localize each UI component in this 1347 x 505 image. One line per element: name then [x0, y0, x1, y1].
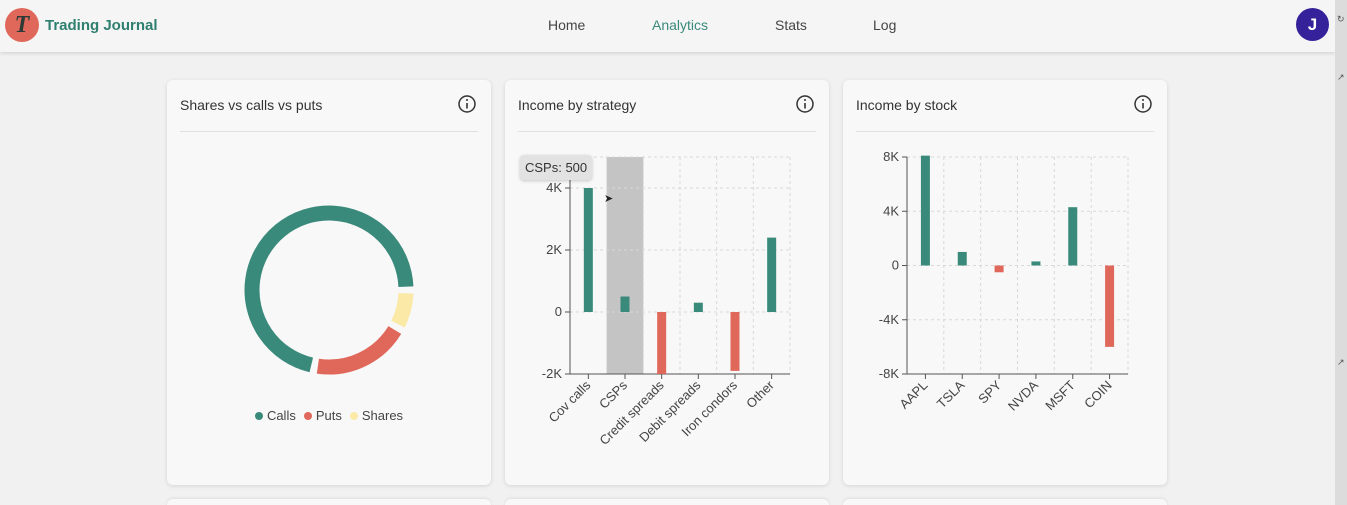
brand[interactable]: T Trading Journal	[5, 8, 158, 42]
donut-slice-puts[interactable]	[316, 325, 402, 375]
bar-aapl[interactable]	[920, 155, 930, 266]
nav-stats[interactable]: Stats	[775, 17, 807, 33]
card-income-by-strategy: Income by strategy -2K 0 2K 4K Cov calls CSPs…	[505, 80, 829, 485]
x-tick-label: Cov calls	[546, 377, 594, 425]
legend-item-calls[interactable]: Calls	[254, 408, 296, 423]
nav-analytics[interactable]: Analytics	[652, 17, 708, 33]
bar-other[interactable]	[767, 237, 777, 312]
top-navbar: T Trading Journal Home Analytics Stats L…	[0, 0, 1335, 52]
x-tick-label: NVDA	[1005, 377, 1041, 413]
x-tick-label: SPY	[975, 377, 1004, 406]
mouse-cursor-icon: ➤	[604, 193, 614, 205]
legend-label: Calls	[266, 408, 296, 423]
y-tick-label: 8K	[883, 149, 899, 164]
bar-chart-strategy: -2K02K4KCov calls CSPsCredit spreadsDebit…	[542, 156, 791, 448]
expand-icon[interactable]: ↗	[1337, 357, 1345, 368]
legend-swatch	[349, 411, 358, 420]
y-tick-label: 4K	[546, 180, 562, 195]
y-tick-label: -2K	[542, 366, 563, 381]
bar-coin[interactable]	[1105, 265, 1115, 347]
legend-item-shares[interactable]: Shares	[349, 408, 404, 423]
app-logo: T	[5, 8, 39, 42]
nav-home[interactable]: Home	[548, 17, 585, 33]
next-row-card	[167, 499, 491, 505]
next-row-card	[505, 499, 829, 505]
logo-letter: T	[14, 11, 30, 38]
y-tick-label: -4K	[879, 312, 900, 327]
x-tick-label: COIN	[1081, 378, 1115, 412]
card-shares-calls-puts: Shares vs calls vs puts Calls Puts Shares	[167, 80, 491, 485]
app-title: Trading Journal	[45, 16, 158, 34]
chart-legend: Calls Puts Shares	[167, 408, 491, 423]
y-tick-label: 0	[555, 304, 562, 319]
x-tick-label: TSLA	[934, 377, 968, 411]
next-row-card	[843, 499, 1167, 505]
x-tick-label: CSPs	[596, 377, 630, 411]
x-tick-label: AAPL	[896, 378, 930, 412]
bar-nvda[interactable]	[1031, 261, 1041, 266]
bar-tsla[interactable]	[957, 251, 967, 266]
legend-label: Shares	[361, 408, 404, 423]
bar-msft[interactable]	[1068, 207, 1078, 266]
x-tick-label: MSFT	[1042, 377, 1078, 413]
bar-credit-spreads[interactable]	[657, 312, 667, 374]
hover-highlight	[606, 157, 644, 374]
y-tick-label: 0	[892, 258, 899, 273]
card-income-by-stock: Income by stock -8K -4K 0 4K 8K AAPL TSLA SPY NV…	[843, 80, 1167, 485]
x-tick-label: Other	[743, 377, 777, 411]
y-tick-label: 4K	[883, 203, 899, 218]
expand-icon[interactable]: ↗	[1337, 72, 1345, 83]
donut-chart	[244, 205, 414, 375]
donut-slice-shares[interactable]	[391, 292, 414, 328]
legend-swatch	[254, 411, 263, 420]
y-tick-label: -8K	[879, 366, 900, 381]
legend-item-puts[interactable]: Puts	[303, 408, 342, 423]
bar-csps[interactable]	[620, 296, 630, 313]
refresh-icon[interactable]: ↻	[1337, 14, 1345, 25]
bar-chart-stock: -8K -4K 0 4K 8K AAPL TSLA SPY NVDA MSFT COIN	[879, 149, 1129, 414]
legend-label: Puts	[315, 408, 342, 423]
bar-debit-spreads[interactable]	[693, 302, 703, 312]
bar-spy[interactable]	[994, 265, 1004, 273]
y-tick-label: 2K	[546, 242, 562, 257]
bar-iron-condors[interactable]	[730, 312, 740, 371]
legend-swatch	[303, 411, 312, 420]
bar-cov-calls[interactable]	[583, 188, 593, 312]
chart-tooltip: CSPs: 500	[520, 155, 593, 180]
user-avatar[interactable]: J	[1296, 8, 1329, 41]
nav-log[interactable]: Log	[873, 17, 896, 33]
